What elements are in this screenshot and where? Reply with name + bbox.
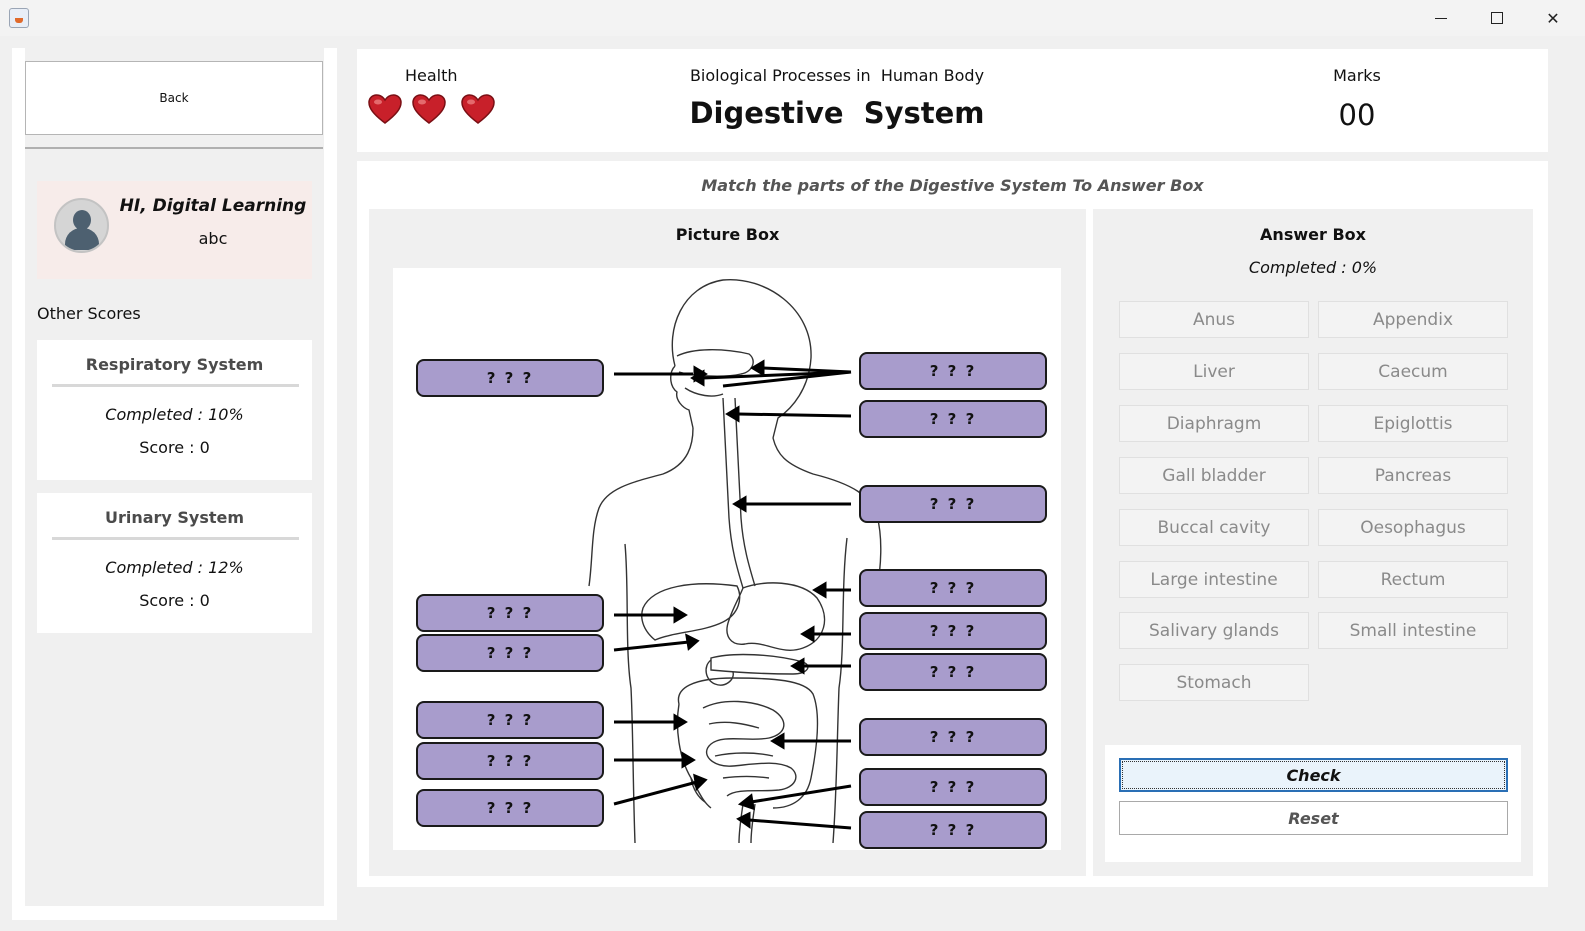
answer-epiglottis[interactable]: Epiglottis [1318, 405, 1508, 442]
drop-slot[interactable]: ? ? ? [859, 811, 1047, 849]
avatar-body [65, 228, 99, 250]
drop-slot[interactable]: ? ? ? [859, 768, 1047, 806]
score-card-divider [52, 537, 299, 540]
instruction-text: Match the parts of the Digestive System … [701, 176, 1204, 195]
reset-button[interactable]: Reset [1119, 801, 1508, 835]
check-button[interactable]: Check [1119, 758, 1508, 792]
heart-icon [412, 94, 446, 124]
heart-icon [461, 94, 495, 124]
score-card-respiratory: Respiratory System Completed : 10% Score… [37, 340, 312, 480]
digestive-system-diagram: ? ? ? ? ? ? ? ? ? ? ? ? ? ? ? ? ? ? ? ? … [393, 268, 1061, 850]
picture-box-title: Picture Box [675, 225, 780, 244]
answer-box-title: Answer Box [1260, 225, 1366, 244]
java-app-icon [9, 8, 29, 28]
close-button[interactable]: ✕ [1525, 0, 1581, 36]
marks-label: Marks [1333, 66, 1381, 85]
answer-liver[interactable]: Liver [1119, 353, 1309, 390]
drop-slot[interactable]: ? ? ? [859, 485, 1047, 523]
drop-slot[interactable]: ? ? ? [416, 359, 604, 397]
drop-slot[interactable]: ? ? ? [416, 789, 604, 827]
other-scores-label: Other Scores [37, 304, 141, 323]
control-panel: Check Reset [1105, 745, 1521, 862]
page-title: Digestive System [689, 96, 985, 130]
answer-salivary-glands[interactable]: Salivary glands [1119, 612, 1309, 649]
heart-icon [368, 94, 402, 124]
drop-slot[interactable]: ? ? ? [859, 612, 1047, 650]
marks-value: 00 [1338, 98, 1376, 132]
left-sidebar: Back HI, Digital Learning abc Other Scor… [12, 48, 337, 920]
answer-box-completed: Completed : 0% [1248, 258, 1378, 277]
score-card-title: Urinary System [104, 508, 245, 527]
answer-caecum[interactable]: Caecum [1318, 353, 1508, 390]
minimize-icon [1435, 17, 1447, 19]
header-panel: Health Biological Processes in Human Bod… [357, 49, 1548, 152]
answer-oesophagus[interactable]: Oesophagus [1318, 509, 1508, 546]
drop-slot[interactable]: ? ? ? [416, 701, 604, 739]
answer-anus[interactable]: Anus [1119, 301, 1309, 338]
score-card-completed: Completed : 10% [105, 405, 244, 424]
maximize-icon [1491, 12, 1503, 24]
score-card-completed: Completed : 12% [105, 558, 244, 577]
user-avatar-icon [54, 198, 109, 253]
answer-large-intestine[interactable]: Large intestine [1119, 561, 1309, 598]
drop-slot[interactable]: ? ? ? [416, 594, 604, 632]
answer-small-intestine[interactable]: Small intestine [1318, 612, 1508, 649]
back-button[interactable]: Back [25, 61, 323, 135]
game-panel: Match the parts of the Digestive System … [357, 161, 1548, 887]
drop-slot[interactable]: ? ? ? [859, 569, 1047, 607]
sidebar-divider [25, 147, 323, 149]
drop-slot[interactable]: ? ? ? [416, 634, 604, 672]
score-card-title: Respiratory System [85, 355, 264, 374]
answer-stomach[interactable]: Stomach [1119, 664, 1309, 701]
drop-slot[interactable]: ? ? ? [859, 400, 1047, 438]
answer-buccal-cavity[interactable]: Buccal cavity [1119, 509, 1309, 546]
drop-slot[interactable]: ? ? ? [859, 718, 1047, 756]
minimize-button[interactable] [1413, 0, 1469, 36]
username-text: abc [198, 229, 228, 248]
answer-pancreas[interactable]: Pancreas [1318, 457, 1508, 494]
answer-appendix[interactable]: Appendix [1318, 301, 1508, 338]
score-card-divider [52, 384, 299, 387]
health-label: Health [405, 66, 458, 85]
answer-gall-bladder[interactable]: Gall bladder [1119, 457, 1309, 494]
drop-slot[interactable]: ? ? ? [416, 742, 604, 780]
avatar-head [73, 210, 91, 230]
greeting-text: HI, Digital Learning [119, 196, 307, 216]
maximize-button[interactable] [1469, 0, 1525, 36]
score-card-score: Score : 0 [139, 591, 210, 610]
answer-rectum[interactable]: Rectum [1318, 561, 1508, 598]
profile-card: HI, Digital Learning abc [37, 181, 312, 279]
health-hearts [367, 93, 496, 125]
answer-diaphragm[interactable]: Diaphragm [1119, 405, 1309, 442]
picture-box: Picture Box ? ? ? ? ? ? ? ? ? ? ? ? ? ? … [369, 209, 1086, 876]
drop-slot[interactable]: ? ? ? [859, 653, 1047, 691]
score-card-urinary: Urinary System Completed : 12% Score : 0 [37, 493, 312, 633]
drop-slot[interactable]: ? ? ? [859, 352, 1047, 390]
answer-box: Answer Box Completed : 0% Anus Appendix … [1093, 209, 1533, 876]
page-subtitle: Biological Processes in Human Body [689, 66, 985, 85]
score-card-score: Score : 0 [139, 438, 210, 457]
window-titlebar: ✕ [0, 0, 1585, 36]
close-icon: ✕ [1546, 8, 1560, 28]
